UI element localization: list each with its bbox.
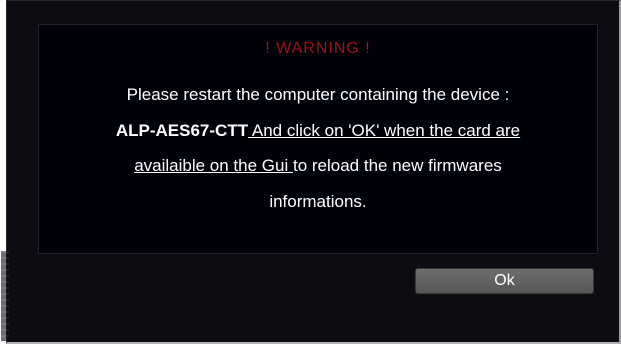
ok-instruction-link-part-2[interactable]: availaible on the Gui (134, 156, 293, 175)
warning-dialog: ! WARNING ! Please restart the computer … (1, 0, 621, 344)
message-line-1: Please restart the computer containing t… (126, 85, 510, 104)
warning-message: Please restart the computer containing t… (49, 77, 587, 219)
message-panel: ! WARNING ! Please restart the computer … (38, 24, 598, 254)
ok-button[interactable]: Ok (415, 268, 594, 294)
message-line-4: informations. (269, 191, 367, 211)
device-name: ALP-AES67-CTT (115, 120, 249, 140)
background-texture (1, 251, 9, 341)
message-reload-text: to reload the new firmwares (292, 156, 502, 175)
ok-instruction-link-part-1[interactable]: And click on 'OK' when the card are (248, 121, 520, 140)
warning-title: ! WARNING ! (265, 40, 371, 57)
